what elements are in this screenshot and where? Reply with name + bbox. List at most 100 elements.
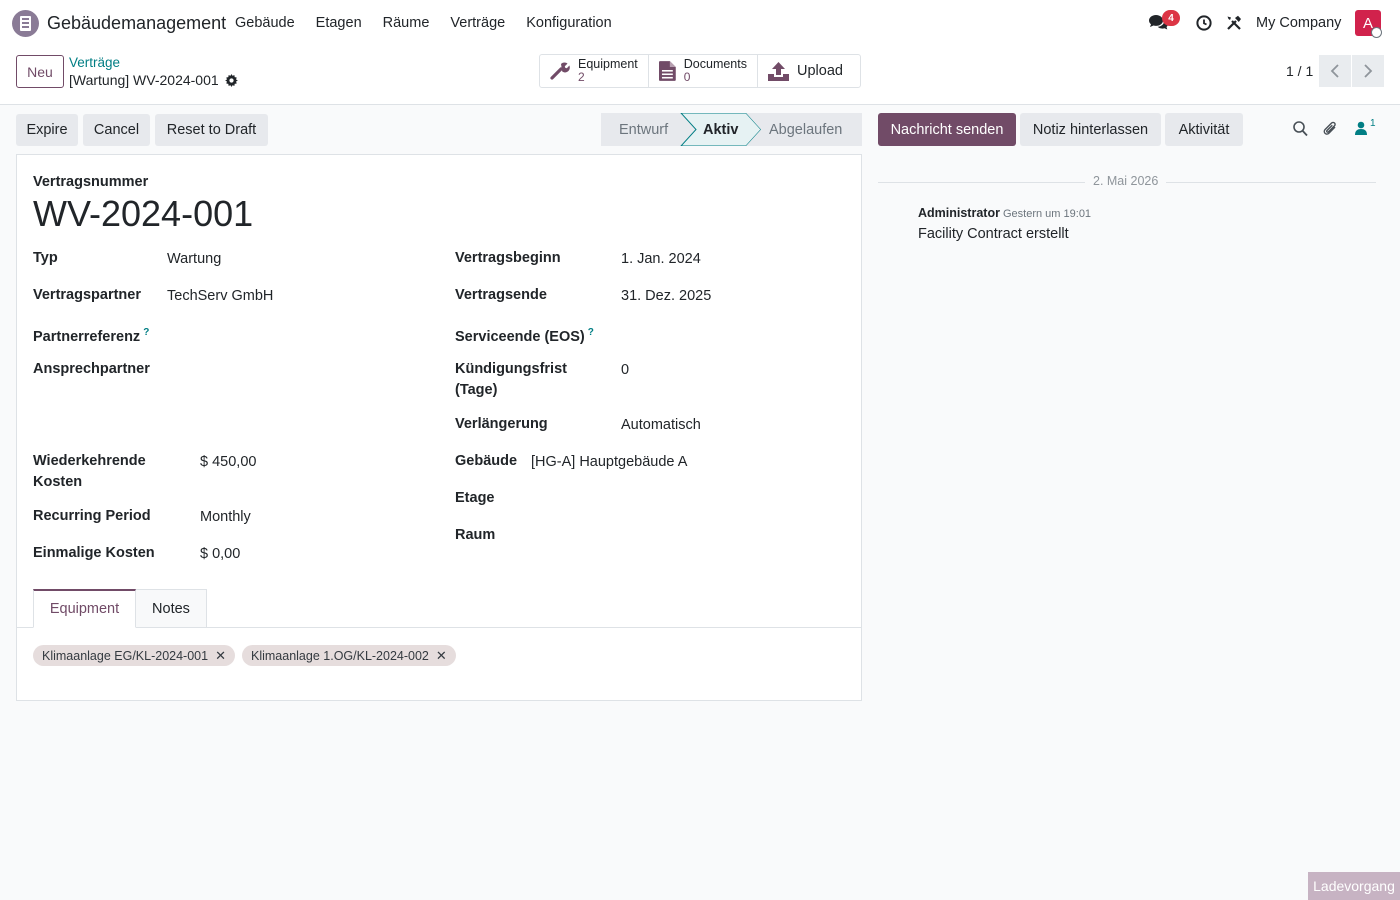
log-note-button[interactable]: Notiz hinterlassen (1020, 113, 1161, 146)
cancel-button[interactable]: Cancel (83, 114, 150, 146)
documents-label: Documents (683, 57, 747, 71)
menu-item-configuration[interactable]: Konfiguration (526, 15, 611, 31)
pager-value[interactable]: 1 / 1 (1286, 63, 1313, 79)
gear-icon[interactable] (224, 73, 238, 87)
recurring-period-value[interactable]: Monthly (200, 509, 251, 525)
upload-smart-button[interactable]: Upload (758, 55, 860, 87)
stage-bar: Entwurf Aktiv Abgelaufen (601, 113, 862, 146)
message-author[interactable]: Administrator (918, 206, 1000, 220)
one-time-cost-label: Einmalige Kosten (33, 545, 155, 561)
upload-label: Upload (797, 62, 843, 79)
followers-icon[interactable] (1355, 121, 1367, 139)
tab-notes[interactable]: Notes (136, 589, 207, 628)
type-label: Typ (33, 250, 58, 266)
chevron-right-icon (1364, 64, 1373, 78)
user-status-icon (1371, 27, 1382, 38)
send-message-button[interactable]: Nachricht senden (878, 113, 1016, 146)
service-end-value[interactable] (621, 325, 841, 345)
menu-item-rooms[interactable]: Räume (383, 15, 430, 31)
equipment-tag[interactable]: Klimaanlage EG/KL-2024-001 ✕ (33, 645, 235, 666)
notice-period-value[interactable]: 0 (621, 362, 629, 378)
equipment-label: Equipment (578, 57, 638, 71)
remove-tag-icon[interactable]: ✕ (436, 648, 447, 664)
recurring-period-label: Recurring Period (33, 508, 151, 524)
floor-label: Etage (455, 490, 495, 506)
new-button[interactable]: Neu (16, 55, 64, 88)
equipment-tag-label: Klimaanlage EG/KL-2024-001 (42, 648, 209, 663)
activity-clock-icon[interactable] (1196, 15, 1212, 34)
messages-count-badge: 4 (1162, 10, 1180, 26)
contract-start-label: Vertragsbeginn (455, 250, 561, 266)
documents-smart-button[interactable]: Documents 0 (649, 55, 758, 87)
recurring-cost-value[interactable]: $ 450,00 (200, 454, 256, 470)
room-label: Raum (455, 527, 496, 543)
followers-count: 1 (1370, 118, 1376, 129)
loading-indicator: Ladevorgang (1308, 872, 1400, 900)
building-value[interactable]: [HG-A] Hauptgebäude A (531, 454, 687, 470)
wrench-icon (550, 62, 570, 80)
menu-item-buildings[interactable]: Gebäude (235, 15, 295, 31)
paperclip-icon[interactable] (1323, 121, 1339, 141)
floor-value[interactable] (531, 491, 831, 511)
company-switcher[interactable]: My Company (1256, 15, 1341, 31)
menu-item-floors[interactable]: Etagen (316, 15, 362, 31)
equipment-count: 2 (578, 70, 585, 84)
tab-equipment[interactable]: Equipment (33, 589, 136, 628)
recurring-cost-label: Wiederkehrende Kosten (33, 453, 146, 490)
upload-icon (768, 61, 789, 81)
notebook-tabs: Equipment Notes (16, 589, 862, 628)
partner-value[interactable]: TechServ GmbH (167, 288, 273, 304)
pager-next-button[interactable] (1352, 55, 1384, 87)
pager-previous-button[interactable] (1319, 55, 1351, 87)
search-icon[interactable] (1293, 121, 1308, 140)
control-panel: Neu Verträge [Wartung] WV-2024-001 Equip… (0, 46, 1400, 105)
equipment-smart-button[interactable]: Equipment 2 (540, 55, 649, 87)
one-time-cost-value[interactable]: $ 0,00 (200, 546, 240, 562)
message-body: Facility Contract erstellt (918, 226, 1069, 242)
contract-number-value[interactable]: WV-2024-001 (33, 193, 253, 235)
stage-expired[interactable]: Abgelaufen (769, 113, 842, 146)
record-name: [Wartung] WV-2024-001 (69, 72, 219, 88)
documents-count: 0 (683, 70, 691, 84)
stage-active[interactable]: Aktiv (703, 113, 738, 146)
chevron-left-icon (1330, 64, 1339, 78)
message-date: 2. Mai 2026 (1085, 174, 1167, 188)
activity-button[interactable]: Aktivität (1165, 113, 1243, 146)
stage-draft[interactable]: Entwurf (619, 113, 668, 146)
partner-reference-label: Partnerreferenz? (33, 322, 149, 348)
notice-period-label: Kündigungsfrist (Tage) (455, 361, 567, 398)
contact-label: Ansprechpartner (33, 361, 150, 377)
renewal-value[interactable]: Automatisch (621, 417, 701, 433)
document-icon (659, 61, 676, 81)
contract-end-value[interactable]: 31. Dez. 2025 (621, 288, 711, 304)
contract-number-label: Vertragsnummer (33, 174, 149, 190)
building-app-icon[interactable] (12, 10, 39, 37)
smart-buttons: Equipment 2 Documents 0 Upload (539, 54, 861, 88)
expire-button[interactable]: Expire (16, 114, 78, 146)
debug-tools-icon[interactable] (1226, 15, 1242, 34)
partner-reference-value[interactable] (167, 325, 427, 345)
equipment-tag-label: Klimaanlage 1.OG/KL-2024-002 (251, 648, 429, 663)
partner-label: Vertragspartner (33, 287, 141, 303)
message-time: Gestern um 19:01 (1003, 208, 1092, 220)
type-value[interactable]: Wartung (167, 251, 221, 267)
app-name[interactable]: Gebäudemanagement (47, 13, 226, 34)
help-icon[interactable]: ? (588, 327, 594, 338)
contact-value[interactable] (167, 362, 427, 382)
breadcrumb-current: [Wartung] WV-2024-001 (69, 72, 238, 88)
remove-tag-icon[interactable]: ✕ (215, 648, 226, 664)
equipment-tag[interactable]: Klimaanlage 1.OG/KL-2024-002 ✕ (242, 645, 456, 666)
room-value[interactable] (531, 528, 831, 548)
contract-end-label: Vertragsende (455, 287, 547, 303)
renewal-label: Verlängerung (455, 416, 548, 432)
main-menu: Gebäude Etagen Räume Verträge Konfigurat… (235, 15, 612, 31)
service-end-label: Serviceende (EOS)? (455, 322, 594, 348)
service-end-text: Serviceende (EOS) (455, 328, 585, 345)
reset-to-draft-button[interactable]: Reset to Draft (155, 114, 268, 146)
top-navbar: Gebäudemanagement Gebäude Etagen Räume V… (0, 0, 1400, 46)
help-icon[interactable]: ? (143, 327, 149, 338)
building-label: Gebäude (455, 453, 518, 469)
breadcrumb-parent[interactable]: Verträge (69, 55, 120, 70)
contract-start-value[interactable]: 1. Jan. 2024 (621, 251, 701, 267)
menu-item-contracts[interactable]: Verträge (450, 15, 505, 31)
